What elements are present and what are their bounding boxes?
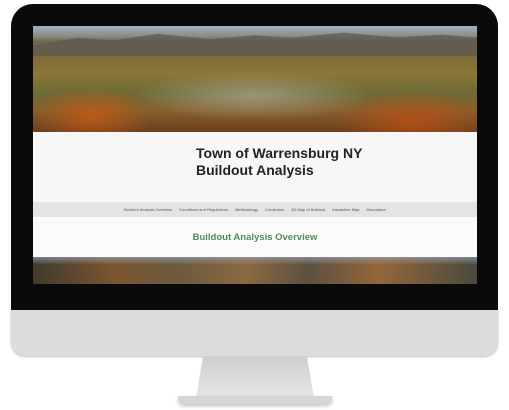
monitor-stand	[196, 356, 314, 398]
nav-item-interactive-map[interactable]: Interactive Map	[332, 207, 359, 212]
mountain-ridge	[33, 32, 477, 56]
nav-item-3d-map[interactable]: 3D Map of Buildout	[291, 207, 325, 212]
nav-item-methodology[interactable]: Methodology	[235, 207, 258, 212]
site-title-line-1: Town of Warrensburg NY	[196, 145, 363, 161]
main-navigation: Buildout Analysis Overview Conditions an…	[33, 202, 477, 217]
nav-item-constrains[interactable]: Constrains	[265, 207, 284, 212]
nav-item-overview[interactable]: Buildout Analysis Overview	[124, 207, 172, 212]
monitor-stand-base	[178, 396, 332, 404]
page-heading: Buildout Analysis Overview	[192, 232, 318, 243]
footer-image	[33, 257, 477, 284]
site-title[interactable]: Town of Warrensburg NY Buildout Analysis	[196, 145, 362, 179]
site-title-line-2: Buildout Analysis	[196, 162, 314, 178]
nav-item-discussion[interactable]: Discussion	[367, 207, 386, 212]
hero-image	[33, 26, 477, 132]
nav-item-conditions[interactable]: Conditions and Regulations	[179, 207, 228, 212]
monitor-chin	[11, 310, 498, 356]
screen: Town of Warrensburg NY Buildout Analysis…	[33, 26, 477, 284]
